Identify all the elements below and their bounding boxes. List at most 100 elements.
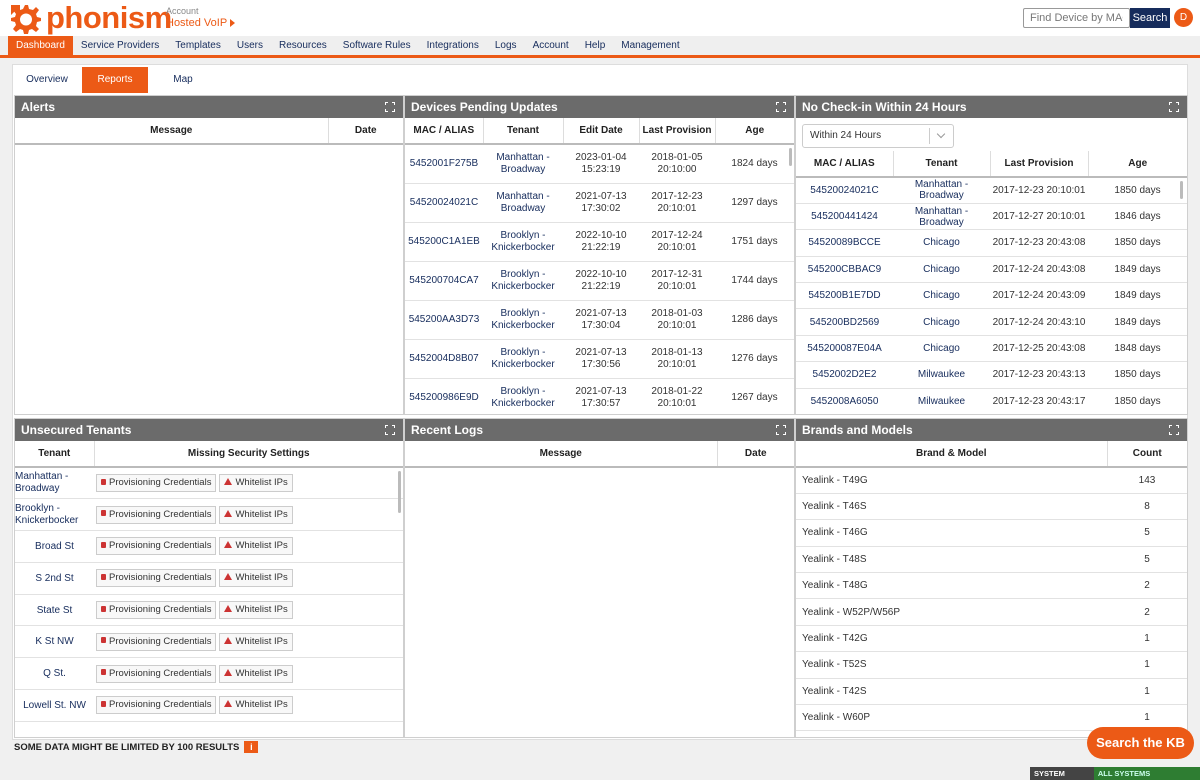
column-header-edit-date[interactable]: Edit Date <box>563 118 640 145</box>
column-header-message[interactable]: Message <box>405 441 718 468</box>
table-row[interactable]: 545200986E9D Brooklyn - Knickerbocker 202… <box>405 378 794 414</box>
mac-link[interactable]: 54520024021C <box>405 183 483 223</box>
search-button[interactable]: Search <box>1130 8 1170 28</box>
tenant-link[interactable]: Chicago <box>893 282 990 310</box>
nav-account[interactable]: Account <box>525 36 577 56</box>
mac-search-input[interactable] <box>1023 8 1130 28</box>
tenant-link[interactable]: Milwaukee <box>893 361 990 389</box>
tenant-link[interactable]: Chicago <box>893 308 990 336</box>
scrollbar[interactable] <box>1180 181 1183 199</box>
column-header-message[interactable]: Message <box>15 118 329 145</box>
tab-overview[interactable]: Overview <box>14 67 80 93</box>
table-row[interactable]: Brooklyn - Knickerbocker Provisioning Cre… <box>15 498 403 532</box>
provisioning-credentials-badge[interactable]: Provisioning Credentials <box>96 569 217 588</box>
whitelist-ips-badge[interactable]: Whitelist IPs <box>219 601 293 620</box>
expand-icon[interactable] <box>1169 425 1179 435</box>
provisioning-credentials-badge[interactable]: Provisioning Credentials <box>96 505 217 524</box>
expand-icon[interactable] <box>1169 102 1179 112</box>
column-header-date[interactable]: Date <box>328 118 403 145</box>
account-name[interactable]: Hosted VoIP <box>166 17 236 29</box>
tab-reports[interactable]: Reports <box>82 67 148 93</box>
table-row[interactable]: Broad St Provisioning Credentials Whiteli… <box>15 530 403 563</box>
provisioning-credentials-badge[interactable]: Provisioning Credentials <box>96 601 217 620</box>
column-header-last-provision[interactable]: Last Provision <box>990 151 1089 178</box>
expand-icon[interactable] <box>776 425 786 435</box>
mac-link[interactable]: 545200087E04A <box>796 335 893 363</box>
expand-icon[interactable] <box>385 425 395 435</box>
tenant-link[interactable]: Chicago <box>893 229 990 257</box>
column-header-count[interactable]: Count <box>1107 441 1187 468</box>
tenant-link[interactable]: Broad St <box>15 530 94 563</box>
system-status-bar[interactable]: SYSTEM STATUS ALL SYSTEMS OPERATIONAL <box>1030 767 1200 780</box>
provisioning-credentials-badge[interactable]: Provisioning Credentials <box>96 474 217 493</box>
scrollbar[interactable] <box>789 148 792 166</box>
whitelist-ips-badge[interactable]: Whitelist IPs <box>219 505 293 524</box>
chevron-down-icon[interactable] <box>929 128 953 144</box>
account-switcher[interactable]: Account Hosted VoIP <box>166 6 236 29</box>
tenant-link[interactable]: Q St. <box>15 657 94 691</box>
column-header-date[interactable]: Date <box>717 441 794 468</box>
mac-link[interactable]: 54520024021C <box>796 177 893 204</box>
provisioning-credentials-badge[interactable]: Provisioning Credentials <box>96 664 217 683</box>
nav-integrations[interactable]: Integrations <box>419 36 487 56</box>
user-avatar[interactable]: D <box>1174 8 1193 27</box>
whitelist-ips-badge[interactable]: Whitelist IPs <box>219 696 293 715</box>
whitelist-ips-badge[interactable]: Whitelist IPs <box>219 632 293 651</box>
mac-link[interactable]: 5452001F275B <box>405 144 483 184</box>
provisioning-credentials-badge[interactable]: Provisioning Credentials <box>96 632 217 651</box>
mac-link[interactable]: 5452008A6050 <box>796 388 893 414</box>
table-row[interactable]: 545200441424 Manhattan - Broadway 2017-12-… <box>796 203 1187 231</box>
table-row[interactable]: Manhattan - Broadway Provisioning Credent… <box>15 467 403 500</box>
provisioning-credentials-badge[interactable]: Provisioning Credentials <box>96 696 217 715</box>
tenant-link[interactable]: Brooklyn - Knickerbocker <box>15 498 94 532</box>
table-row[interactable]: 545200B1E7DD Chicago 2017-12-24 20:43:09 18… <box>796 282 1187 310</box>
table-row[interactable]: State St Provisioning Credentials Whiteli… <box>15 594 403 627</box>
column-header-mac[interactable]: MAC / ALIAS <box>796 151 894 178</box>
table-row[interactable]: Q St. Provisioning Credentials Whitelist … <box>15 657 403 691</box>
tenant-link[interactable]: Manhattan - Broadway <box>483 144 563 184</box>
tenant-link[interactable]: Manhattan - Broadway <box>483 183 563 223</box>
tenant-link[interactable]: Lowell St. NW <box>15 689 94 722</box>
tenant-link[interactable]: Manhattan - Broadway <box>15 467 94 500</box>
table-row[interactable]: 5452002D2E2 Milwaukee 2017-12-23 20:43:13 1… <box>796 361 1187 389</box>
column-header-mac[interactable]: MAC / ALIAS <box>405 118 484 145</box>
nav-service-providers[interactable]: Service Providers <box>73 36 167 56</box>
whitelist-ips-badge[interactable]: Whitelist IPs <box>219 474 293 493</box>
tenant-link[interactable]: Brooklyn - Knickerbocker <box>483 261 563 301</box>
mac-link[interactable]: 545200B1E7DD <box>796 282 893 310</box>
table-row[interactable]: Lowell St. NW Provisioning Credentials Wh… <box>15 689 403 722</box>
scrollbar[interactable] <box>398 471 401 513</box>
mac-link[interactable]: 545200BD2569 <box>796 308 893 336</box>
table-row[interactable]: 54520089BCCE Chicago 2017-12-23 20:43:08 18… <box>796 229 1187 257</box>
provisioning-credentials-badge[interactable]: Provisioning Credentials <box>96 537 217 556</box>
whitelist-ips-badge[interactable]: Whitelist IPs <box>219 569 293 588</box>
whitelist-ips-badge[interactable]: Whitelist IPs <box>219 664 293 683</box>
mac-link[interactable]: 5452004D8B07 <box>405 339 483 379</box>
tenant-link[interactable]: Brooklyn - Knickerbocker <box>483 222 563 262</box>
whitelist-ips-badge[interactable]: Whitelist IPs <box>219 537 293 556</box>
nav-help[interactable]: Help <box>577 36 614 56</box>
column-header-last-provision[interactable]: Last Provision <box>639 118 716 145</box>
column-header-tenant[interactable]: Tenant <box>483 118 564 145</box>
tenant-link[interactable]: Manhattan - Broadway <box>893 177 990 204</box>
column-header-brand-model[interactable]: Brand & Model <box>796 441 1108 468</box>
nav-software-rules[interactable]: Software Rules <box>335 36 419 56</box>
mac-link[interactable]: 54520089BCCE <box>796 229 893 257</box>
expand-icon[interactable] <box>776 102 786 112</box>
tenant-link[interactable]: Brooklyn - Knickerbocker <box>483 339 563 379</box>
mac-link[interactable]: 545200AA3D73 <box>405 300 483 340</box>
mac-link[interactable]: 545200441424 <box>796 203 893 231</box>
tenant-link[interactable]: State St <box>15 594 94 627</box>
column-header-age[interactable]: Age <box>1088 151 1187 178</box>
tenant-link[interactable]: Milwaukee <box>893 388 990 414</box>
mac-link[interactable]: 545200704CA7 <box>405 261 483 301</box>
nav-management[interactable]: Management <box>613 36 687 56</box>
mac-link[interactable]: 545200C1A1EB <box>405 222 483 262</box>
table-row[interactable]: 54520024021C Manhattan - Broadway 2021-07… <box>405 183 794 223</box>
nav-templates[interactable]: Templates <box>167 36 229 56</box>
table-row[interactable]: 545200BD2569 Chicago 2017-12-24 20:43:10 18… <box>796 308 1187 336</box>
tab-map[interactable]: Map <box>150 67 216 93</box>
table-row[interactable]: S 2nd St Provisioning Credentials Whiteli… <box>15 562 403 595</box>
table-row[interactable]: 5452004D8B07 Brooklyn - Knickerbocker 202… <box>405 339 794 379</box>
nav-users[interactable]: Users <box>229 36 271 56</box>
